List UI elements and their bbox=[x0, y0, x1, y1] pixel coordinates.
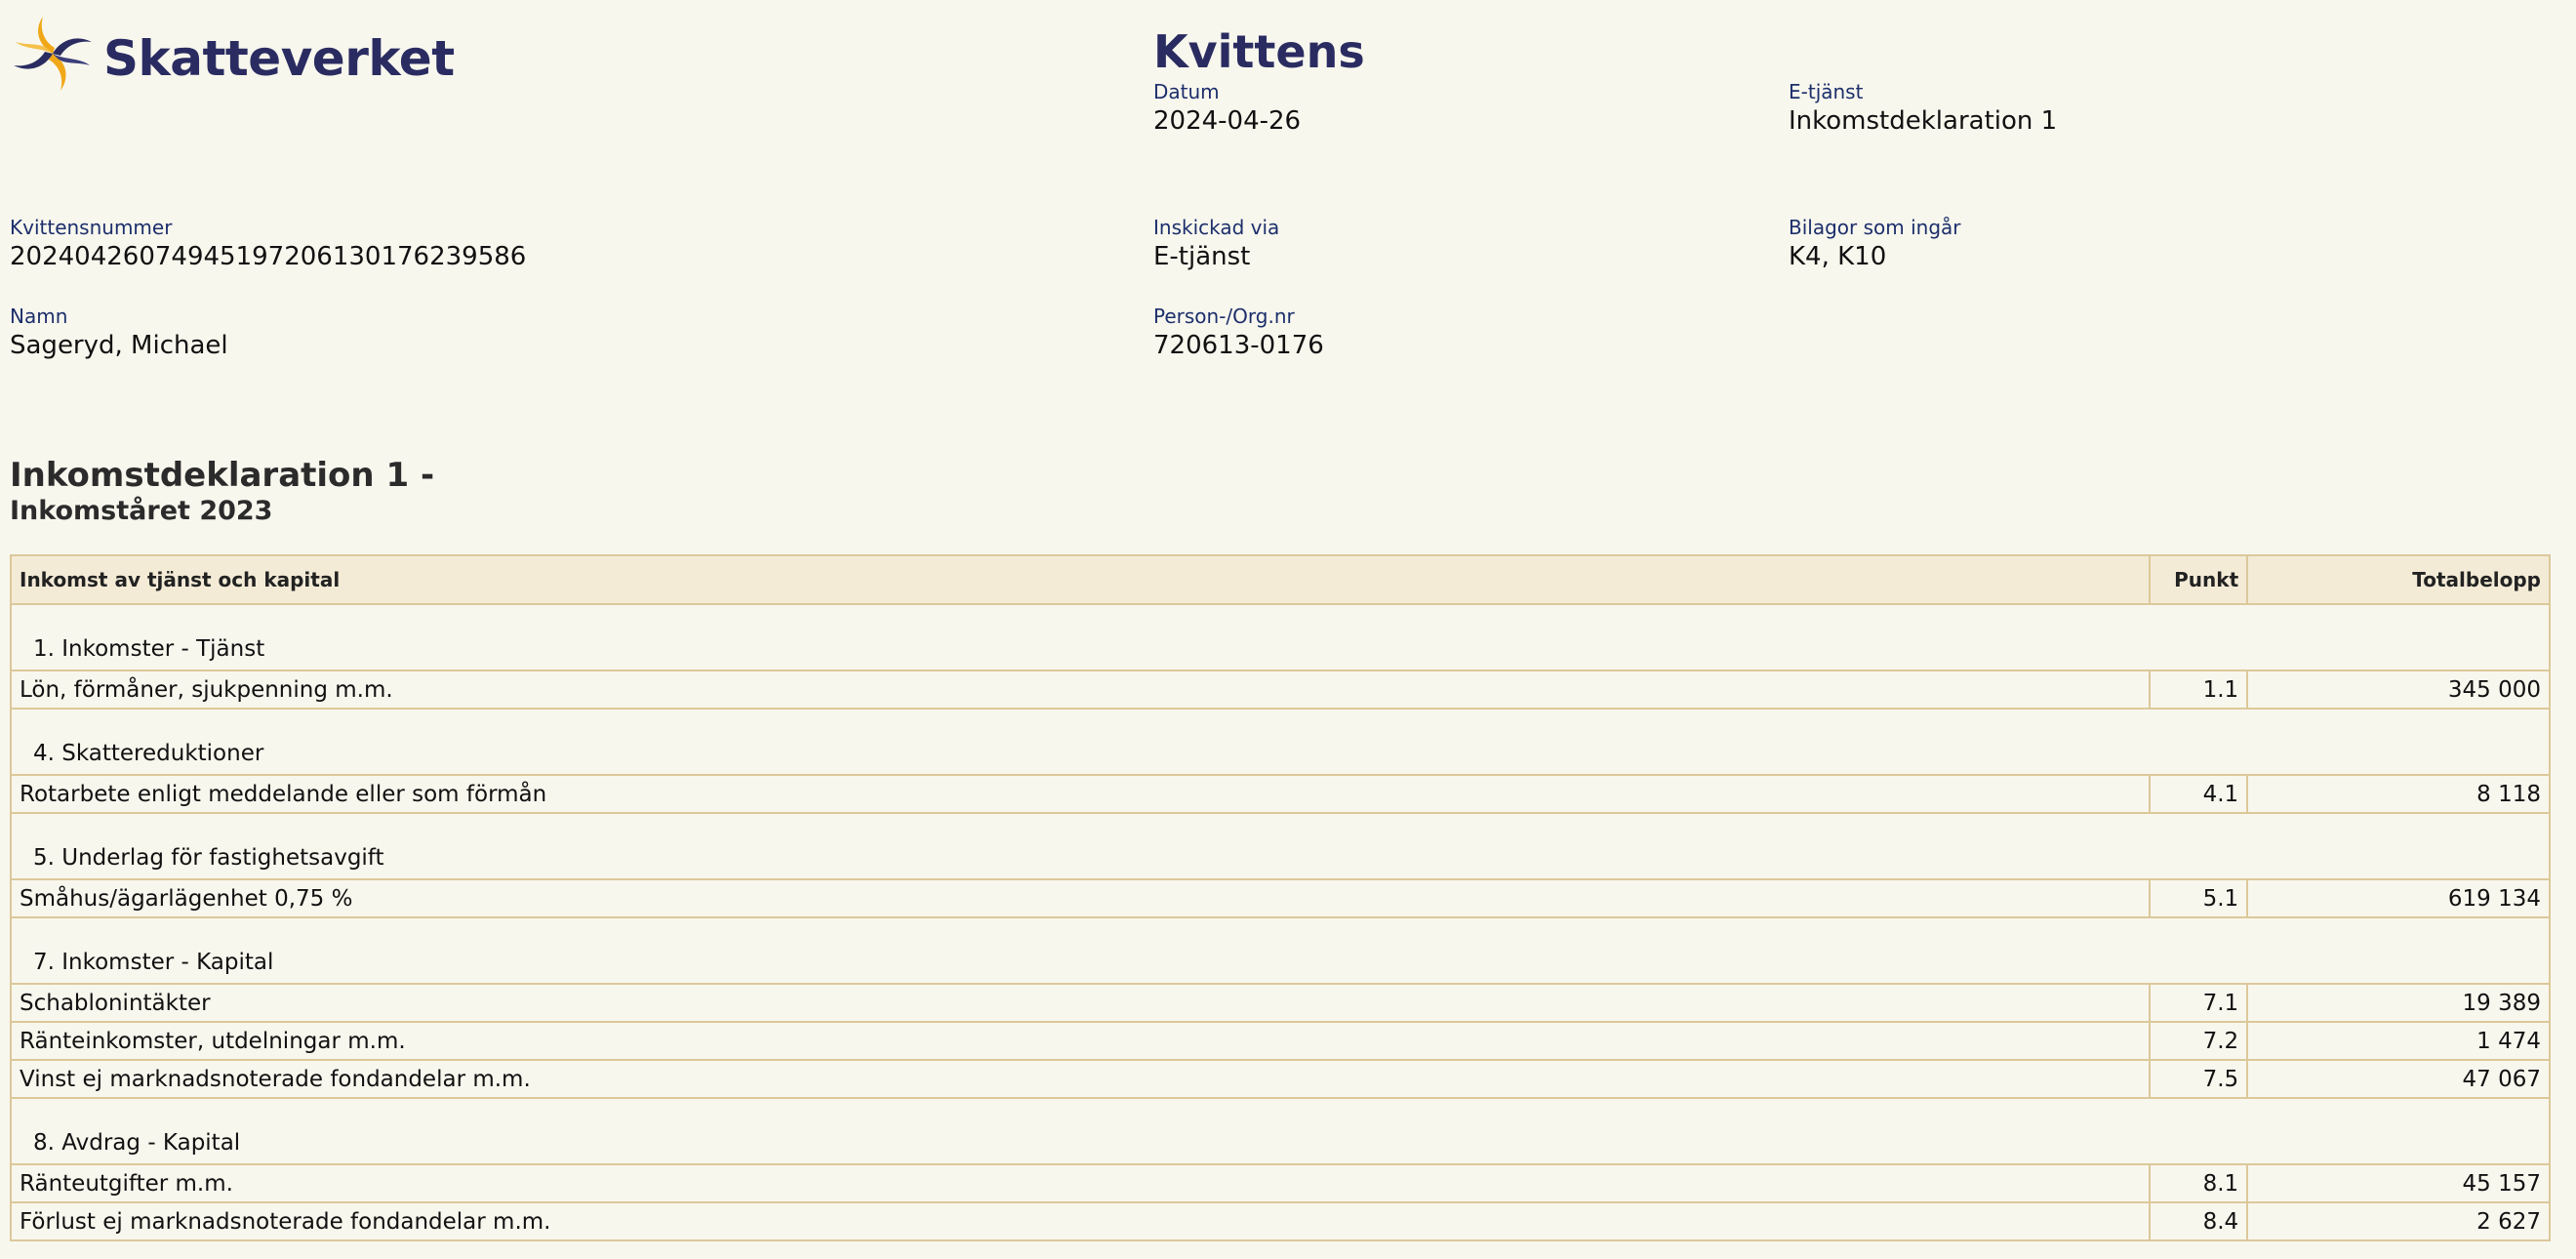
row-punkt: 7.5 bbox=[2149, 1059, 2249, 1099]
row-description: Vinst ej marknadsnoterade fondandelar m.… bbox=[9, 1059, 2152, 1099]
skatteverket-logo: Skatteverket bbox=[10, 12, 455, 95]
field-person-org-nr: Person-/Org.nr 720613-0176 bbox=[1153, 304, 1324, 362]
declaration-title: Inkomstdeklaration 1 - bbox=[10, 456, 435, 495]
field-label: Datum bbox=[1153, 80, 1220, 103]
field-value: K4, K10 bbox=[1789, 242, 1887, 271]
column-header-totalbelopp: Totalbelopp bbox=[2246, 554, 2551, 605]
field-value: 720613-0176 bbox=[1153, 331, 1324, 360]
table-row: Schablonintäkter 7.1 19 389 bbox=[9, 983, 2551, 1023]
page-title: Kvittens bbox=[1153, 25, 1365, 78]
row-description: Schablonintäkter bbox=[9, 983, 2152, 1023]
row-punkt: 1.1 bbox=[2149, 670, 2249, 710]
column-header-description: Inkomst av tjänst och kapital bbox=[9, 554, 2152, 605]
group-title: 7. Inkomster - Kapital bbox=[10, 916, 2551, 985]
group-title: 5. Underlag för fastighetsavgift bbox=[10, 812, 2551, 880]
table-row: Lön, förmåner, sjukpenning m.m. 1.1 345 … bbox=[9, 670, 2551, 710]
table-row: Vinst ej marknadsnoterade fondandelar m.… bbox=[9, 1059, 2551, 1099]
field-label: Namn bbox=[10, 305, 68, 328]
field-label: E-tjänst bbox=[1789, 80, 1864, 103]
group-title: 8. Avdrag - Kapital bbox=[10, 1097, 2551, 1165]
row-totalbelopp: 619 134 bbox=[2246, 878, 2551, 918]
field-namn: Namn Sageryd, Michael bbox=[10, 304, 228, 362]
row-totalbelopp: 45 157 bbox=[2246, 1163, 2551, 1203]
group-title: 1. Inkomster - Tjänst bbox=[10, 603, 2551, 671]
row-description: Rotarbete enligt meddelande eller som fö… bbox=[9, 774, 2152, 814]
group-row: 7. Inkomster - Kapital bbox=[10, 916, 2551, 985]
field-datum: Datum 2024-04-26 bbox=[1153, 79, 1301, 138]
row-punkt: 7.1 bbox=[2149, 983, 2249, 1023]
group-row: 8. Avdrag - Kapital bbox=[10, 1097, 2551, 1165]
table-header-row: Inkomst av tjänst och kapital Punkt Tota… bbox=[9, 554, 2551, 605]
field-kvittensnummer: Kvittensnummer 2024042607494519720613017… bbox=[10, 215, 526, 273]
skatteverket-emblem-icon bbox=[14, 16, 92, 91]
row-description: Förlust ej marknadsnoterade fondandelar … bbox=[9, 1201, 2152, 1241]
declaration-table: Inkomst av tjänst och kapital Punkt Tota… bbox=[9, 554, 2551, 1241]
field-label: Kvittensnummer bbox=[10, 216, 173, 239]
column-header-punkt: Punkt bbox=[2149, 554, 2249, 605]
field-label: Bilagor som ingår bbox=[1789, 216, 1961, 239]
table-row: Småhus/ägarlägenhet 0,75 % 5.1 619 134 bbox=[9, 878, 2551, 918]
logo-wordmark: Skatteverket bbox=[103, 29, 455, 87]
row-description: Ränteinkomster, utdelningar m.m. bbox=[9, 1021, 2152, 1061]
field-label: Inskickad via bbox=[1153, 216, 1280, 239]
group-row: 5. Underlag för fastighetsavgift bbox=[10, 812, 2551, 880]
row-punkt: 5.1 bbox=[2149, 878, 2249, 918]
row-punkt: 4.1 bbox=[2149, 774, 2249, 814]
field-label: Person-/Org.nr bbox=[1153, 305, 1295, 328]
row-punkt: 7.2 bbox=[2149, 1021, 2249, 1061]
field-inskickad-via: Inskickad via E-tjänst bbox=[1153, 215, 1279, 273]
table-row: Förlust ej marknadsnoterade fondandelar … bbox=[9, 1201, 2551, 1241]
row-totalbelopp: 345 000 bbox=[2246, 670, 2551, 710]
receipt-page: Skatteverket Kvittens Datum 2024-04-26 E… bbox=[0, 0, 2576, 1259]
row-totalbelopp: 8 118 bbox=[2246, 774, 2551, 814]
declaration-heading: Inkomstdeklaration 1 - Inkomståret 2023 bbox=[10, 455, 434, 527]
row-description: Ränteutgifter m.m. bbox=[9, 1163, 2152, 1203]
row-punkt: 8.1 bbox=[2149, 1163, 2249, 1203]
row-totalbelopp: 2 627 bbox=[2246, 1201, 2551, 1241]
field-value: Inkomstdeklaration 1 bbox=[1789, 106, 2058, 136]
field-value: Sageryd, Michael bbox=[10, 331, 228, 360]
field-bilagor: Bilagor som ingår K4, K10 bbox=[1789, 215, 1961, 273]
row-description: Lön, förmåner, sjukpenning m.m. bbox=[9, 670, 2152, 710]
row-totalbelopp: 19 389 bbox=[2246, 983, 2551, 1023]
field-value: E-tjänst bbox=[1153, 242, 1251, 271]
field-value: 20240426074945197206130176239586 bbox=[10, 242, 527, 271]
group-row: 4. Skattereduktioner bbox=[10, 708, 2551, 776]
table-row: Rotarbete enligt meddelande eller som fö… bbox=[9, 774, 2551, 814]
group-title: 4. Skattereduktioner bbox=[10, 708, 2551, 776]
row-description: Småhus/ägarlägenhet 0,75 % bbox=[9, 878, 2152, 918]
declaration-subtitle: Inkomståret 2023 bbox=[10, 496, 273, 526]
row-punkt: 8.4 bbox=[2149, 1201, 2249, 1241]
field-value: 2024-04-26 bbox=[1153, 106, 1302, 136]
row-totalbelopp: 47 067 bbox=[2246, 1059, 2551, 1099]
table-row: Ränteutgifter m.m. 8.1 45 157 bbox=[9, 1163, 2551, 1203]
group-row: 1. Inkomster - Tjänst bbox=[10, 603, 2551, 671]
field-etjanst: E-tjänst Inkomstdeklaration 1 bbox=[1789, 79, 2057, 138]
table-row: Ränteinkomster, utdelningar m.m. 7.2 1 4… bbox=[9, 1021, 2551, 1061]
row-totalbelopp: 1 474 bbox=[2246, 1021, 2551, 1061]
